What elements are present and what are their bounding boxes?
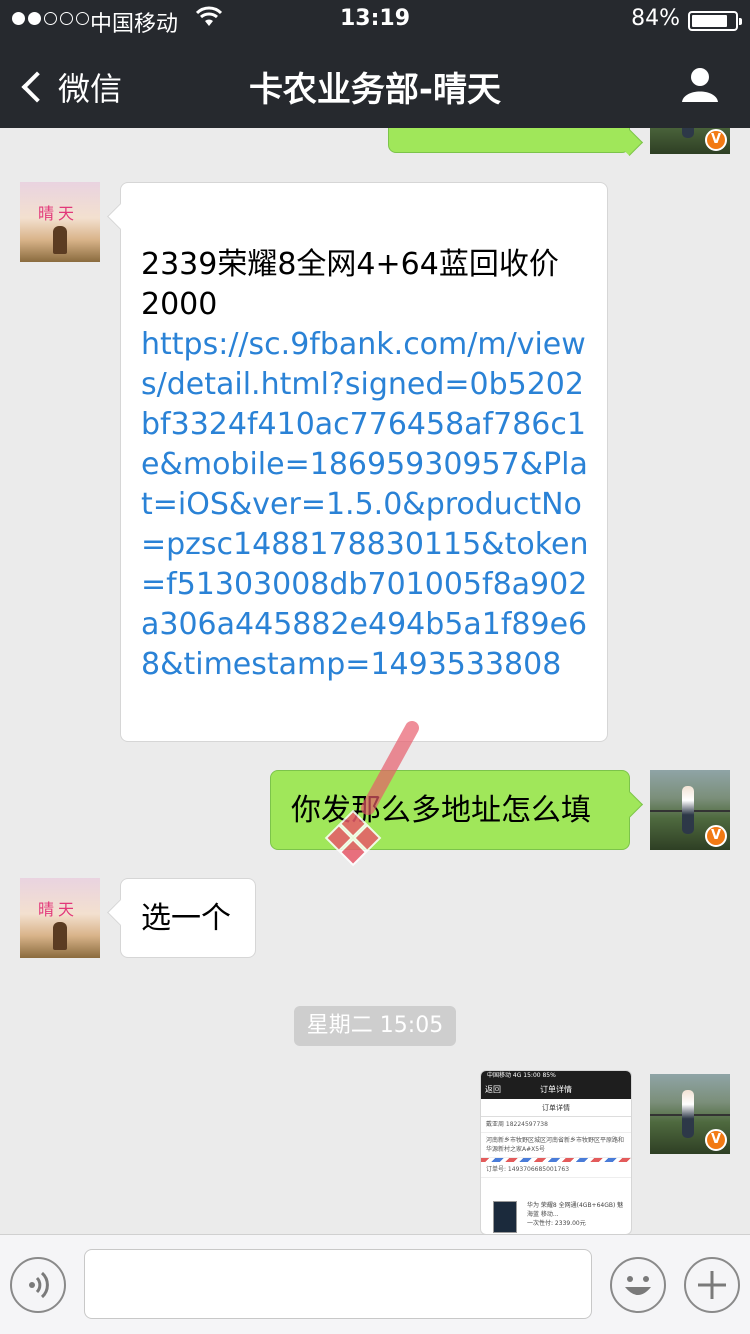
avatar-text: 晴天 bbox=[38, 900, 79, 919]
contact-avatar[interactable]: 晴天 bbox=[20, 182, 100, 262]
message-bubble-link[interactable]: 2339荣耀8全网4+64蓝回收价2000 https://sc.9fbank.… bbox=[120, 182, 608, 742]
emoji-button[interactable] bbox=[610, 1257, 666, 1313]
top-bar: 中国移动 13:19 84% 微信 卡农业务部-晴天 bbox=[0, 0, 750, 128]
avatar[interactable]: V bbox=[650, 128, 730, 154]
thumb-receiver: 戴亚周 18224597738 bbox=[481, 1117, 631, 1133]
my-avatar[interactable]: V bbox=[650, 770, 730, 850]
contact-avatar[interactable]: 晴天 bbox=[20, 878, 100, 958]
message-link[interactable]: https://sc.9fbank.com/m/views/detail.htm… bbox=[141, 325, 589, 685]
my-avatar[interactable]: V bbox=[650, 1074, 730, 1154]
thumb-nav-title: 订单详情 bbox=[540, 1085, 572, 1094]
emoji-icon bbox=[625, 1276, 651, 1295]
navigation-bar: 微信 卡农业务部-晴天 bbox=[0, 40, 750, 128]
message-text: 你发那么多地址怎么填 bbox=[291, 793, 591, 828]
status-bar: 中国移动 13:19 84% bbox=[0, 0, 750, 40]
plus-icon bbox=[698, 1271, 726, 1299]
timestamp-label: 星期二 15:05 bbox=[294, 1006, 456, 1046]
plus-button[interactable] bbox=[684, 1257, 740, 1313]
thumb-price: 一次性付: 2339.00元 bbox=[527, 1220, 586, 1227]
person-icon[interactable] bbox=[680, 64, 720, 104]
verified-badge: V bbox=[705, 129, 727, 151]
battery-fill bbox=[692, 15, 728, 27]
voice-icon bbox=[29, 1271, 49, 1299]
chat-title: 卡农业务部-晴天 bbox=[248, 70, 502, 110]
message-bubble-incoming[interactable]: 选一个 bbox=[120, 878, 256, 958]
verified-badge: V bbox=[705, 1129, 727, 1151]
thumb-header: 订单详情 bbox=[481, 1099, 631, 1117]
input-toolbar bbox=[0, 1234, 750, 1334]
message-text: 2339荣耀8全网4+64蓝回收价2000 bbox=[141, 247, 559, 322]
verified-badge: V bbox=[705, 825, 727, 847]
thumb-back: 返回 bbox=[485, 1085, 501, 1094]
thumb-product: 华为 荣耀8 全网通(4GB+64GB) 魅海蓝 移动... bbox=[527, 1202, 624, 1218]
phone-thumbnail bbox=[493, 1201, 517, 1233]
voice-button[interactable] bbox=[10, 1257, 66, 1313]
previous-message-bubble[interactable] bbox=[388, 128, 630, 153]
message-input[interactable] bbox=[84, 1249, 592, 1319]
image-message[interactable]: 中国移动 4G 15:00 85% 返回 订单详情 订单详情 戴亚周 18224… bbox=[480, 1070, 632, 1234]
thumb-order-no: 订单号: 1493706685001763 bbox=[481, 1162, 631, 1178]
avatar-text: 晴天 bbox=[38, 204, 79, 223]
thumb-address: 河南新乡市牧野区城区河南省新乡市牧野区平原路和华源新村之家A#X5号 bbox=[481, 1133, 631, 1158]
chat-area[interactable]: V 晴天 2339荣耀8全网4+64蓝回收价2000 https://sc.9f… bbox=[0, 128, 750, 1234]
battery-icon bbox=[688, 11, 742, 31]
battery-percent: 84% bbox=[631, 6, 680, 31]
message-text: 选一个 bbox=[141, 901, 231, 936]
thumb-status: 中国移动 4G 15:00 85% bbox=[481, 1071, 631, 1081]
message-bubble-outgoing[interactable]: 你发那么多地址怎么填 bbox=[270, 770, 630, 850]
